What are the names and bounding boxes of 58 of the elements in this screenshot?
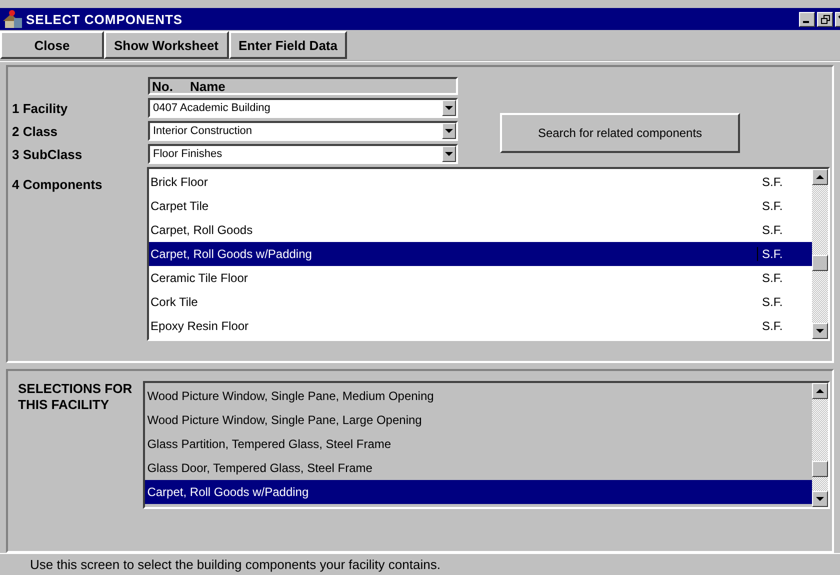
minimize-button[interactable] <box>799 12 815 26</box>
list-row[interactable]: Wood Picture Window, Single Pane, Large Opening <box>145 408 812 432</box>
unit-label: S.F. <box>761 271 784 285</box>
list-row[interactable]: Carpet, Roll Goods S.F. <box>148 218 812 242</box>
component-name: Epoxy Resin Floor <box>150 319 250 333</box>
selection-name: Wood Picture Window, Single Pane, Medium Opening <box>147 389 435 403</box>
list-row[interactable]: Glass Door, Tempered Glass, Steel Frame <box>145 456 812 480</box>
unit-label: S.F. <box>761 295 784 309</box>
unit-label: S.F. <box>761 319 784 333</box>
component-name: Ceramic Tile Floor <box>150 271 249 285</box>
toolbar-button[interactable]: Enter Field Data <box>228 31 348 59</box>
list-row[interactable]: Ceramic Tile Floor S.F. <box>148 266 812 290</box>
list-row[interactable]: Carpet, Roll Goods w/Padding <box>145 480 812 504</box>
selection-name: Wood Picture Window, Single Pane, Large Opening <box>147 413 423 427</box>
list-row[interactable]: Carpet, Roll Goods w/Padding S.F. <box>148 242 812 266</box>
dropdown-field[interactable]: Interior Construction <box>148 121 458 141</box>
restore-icon <box>820 14 830 24</box>
search-button[interactable]: Search for related components <box>500 113 740 153</box>
toolbar-button[interactable]: Show Worksheet <box>104 31 229 59</box>
list-row[interactable]: Cork Tile S.F. <box>148 290 812 314</box>
dropdown-field[interactable]: 0407 Academic Building <box>148 98 458 118</box>
scrollbar[interactable] <box>812 169 828 339</box>
unit-label: S.F. <box>761 223 784 237</box>
component-name: Carpet, Roll Goods <box>150 223 254 237</box>
column-header-label: Name <box>190 78 226 94</box>
list-row[interactable]: Wood Picture Window, Single Pane, Medium Opening <box>145 384 812 408</box>
scroll-down-icon[interactable] <box>812 323 828 339</box>
component-name: Carpet, Roll Goods w/Padding <box>150 247 313 261</box>
component-name: Brick Floor <box>150 175 209 189</box>
scroll-thumb[interactable] <box>812 255 828 271</box>
field-label: 3 SubClass <box>12 146 84 162</box>
unit-label: S.F. <box>761 199 784 213</box>
scroll-up-icon[interactable] <box>812 169 828 185</box>
field-label: 2 Class <box>12 124 59 138</box>
status-text: Use this screen to select the building components your facility contains. <box>30 556 440 572</box>
list-label: 4 Components <box>12 177 104 194</box>
list-row[interactable]: Brick Floor S.F. <box>148 170 812 194</box>
list-row[interactable]: Glass Partition, Tempered Glass, Steel Frame <box>145 432 812 456</box>
unit-label: S.F. <box>761 175 784 189</box>
house-icon <box>2 9 24 29</box>
list-row[interactable]: Carpet Tile S.F. <box>148 194 812 218</box>
scrollbar[interactable] <box>812 383 828 507</box>
field-label: 1 Facility <box>12 100 69 116</box>
scroll-down-icon[interactable] <box>812 491 828 507</box>
toolbar-button[interactable]: Close <box>0 31 104 59</box>
column-header-label: No. <box>151 78 174 94</box>
selection-name: Glass Door, Tempered Glass, Steel Frame <box>147 461 374 475</box>
scroll-up-icon[interactable] <box>812 383 828 399</box>
scroll-thumb[interactable] <box>812 461 828 477</box>
dropdown-field[interactable]: Floor Finishes <box>148 144 458 164</box>
component-name: Cork Tile <box>150 295 199 309</box>
window-title: SELECT COMPONENTS <box>26 12 183 26</box>
list-row[interactable]: Epoxy Resin Floor S.F. <box>148 314 812 338</box>
selection-name: Carpet, Roll Goods w/Padding <box>147 485 310 499</box>
selection-name: Glass Partition, Tempered Glass, Steel Frame <box>147 437 392 451</box>
restore-button[interactable] <box>817 12 833 26</box>
component-name: Carpet Tile <box>150 199 210 213</box>
list-label: SELECTIONS FOR THIS FACILITY <box>18 381 134 414</box>
